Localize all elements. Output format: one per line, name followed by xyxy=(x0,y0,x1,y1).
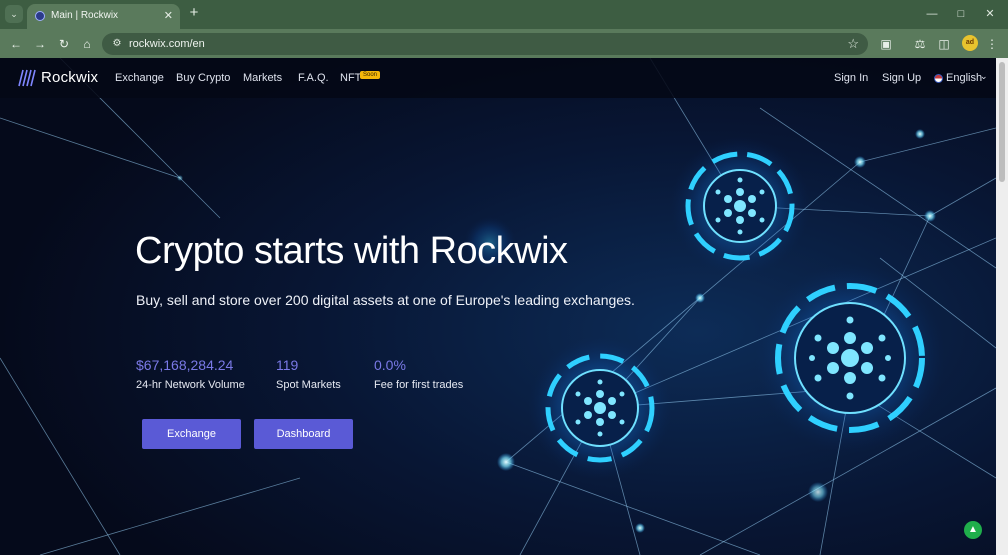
site-logo-text[interactable]: Rockwix xyxy=(41,69,98,86)
new-tab-plus-icon[interactable]: + xyxy=(186,5,202,21)
browser-toolbar: ← → ↻ ⌂ ⚙ rockwix.com/en ☆ ▣ ⚖ ◫ ad ⋮ xyxy=(0,29,1008,58)
crypto-node-3 xyxy=(755,263,945,453)
url-text[interactable]: rockwix.com/en xyxy=(129,38,205,50)
stat-network-volume-value: $67,168,284.24 xyxy=(136,357,234,373)
forward-icon[interactable]: → xyxy=(31,35,49,53)
address-bar[interactable]: ⚙ rockwix.com/en ☆ xyxy=(102,33,868,55)
crypto-node-1 xyxy=(670,136,810,276)
sign-in-link[interactable]: Sign In xyxy=(834,72,868,84)
back-icon[interactable]: ← xyxy=(7,35,25,53)
nav-exchange[interactable]: Exchange xyxy=(115,72,164,84)
exchange-button[interactable]: Exchange xyxy=(142,419,241,449)
stat-spot-markets-label: Spot Markets xyxy=(276,379,341,391)
window-close-icon[interactable]: ✕ xyxy=(980,6,1000,22)
stat-fee-label: Fee for first trades xyxy=(374,379,464,391)
tab-search-icon[interactable]: ⌄ xyxy=(5,5,23,23)
stat-spot-markets-value: 119 xyxy=(276,357,299,373)
close-icon[interactable]: ✕ xyxy=(164,9,173,22)
nav-faq[interactable]: F.A.Q. xyxy=(298,72,329,84)
tab-favicon-icon xyxy=(35,11,45,21)
maximize-icon[interactable]: □ xyxy=(951,6,971,22)
profile-avatar[interactable]: ad xyxy=(962,35,978,51)
tab-title: Main | Rockwix xyxy=(51,10,119,21)
sign-up-link[interactable]: Sign Up xyxy=(882,72,921,84)
crypto-node-2 xyxy=(528,336,672,480)
home-icon[interactable]: ⌂ xyxy=(78,35,96,53)
nav-buy-crypto[interactable]: Buy Crypto xyxy=(176,72,230,84)
extensions-icon[interactable]: ▣ xyxy=(877,35,895,53)
site-header: Rockwix Exchange Buy Crypto Markets F.A.… xyxy=(0,58,996,98)
stat-fee-value: 0.0% xyxy=(374,357,406,373)
language-selector[interactable]: English xyxy=(946,72,982,84)
star-icon[interactable]: ☆ xyxy=(847,36,859,52)
nav-nft[interactable]: NFT xyxy=(340,72,361,84)
menu-icon[interactable]: ⋮ xyxy=(983,35,1001,53)
hero-subtitle: Buy, sell and store over 200 digital ass… xyxy=(136,292,635,308)
chevron-down-icon[interactable]: ⌄ xyxy=(980,71,988,82)
page-viewport: Rockwix Exchange Buy Crypto Markets F.A.… xyxy=(0,58,996,555)
labs-icon[interactable]: ⚖ xyxy=(911,35,929,53)
rockwix-logo-icon[interactable] xyxy=(17,68,37,88)
browser-tab[interactable]: Main | Rockwix ✕ xyxy=(27,4,180,29)
minimize-icon[interactable]: — xyxy=(922,6,942,22)
site-info-icon[interactable]: ⚙ xyxy=(110,37,124,51)
stat-network-volume-label: 24-hr Network Volume xyxy=(136,379,245,391)
nav-markets[interactable]: Markets xyxy=(243,72,282,84)
help-icon[interactable]: ▲ xyxy=(964,521,982,539)
soon-badge: Soon xyxy=(360,71,381,79)
flag-icon[interactable] xyxy=(934,74,943,83)
scrollbar-thumb[interactable] xyxy=(999,62,1005,182)
reload-icon[interactable]: ↻ xyxy=(55,35,73,53)
sidebar-icon[interactable]: ◫ xyxy=(935,35,953,53)
browser-tabstrip: ⌄ Main | Rockwix ✕ + — □ ✕ xyxy=(0,0,1008,29)
page-scrollbar[interactable] xyxy=(996,58,1008,555)
hero-title: Crypto starts with Rockwix xyxy=(135,230,568,272)
dashboard-button[interactable]: Dashboard xyxy=(254,419,353,449)
